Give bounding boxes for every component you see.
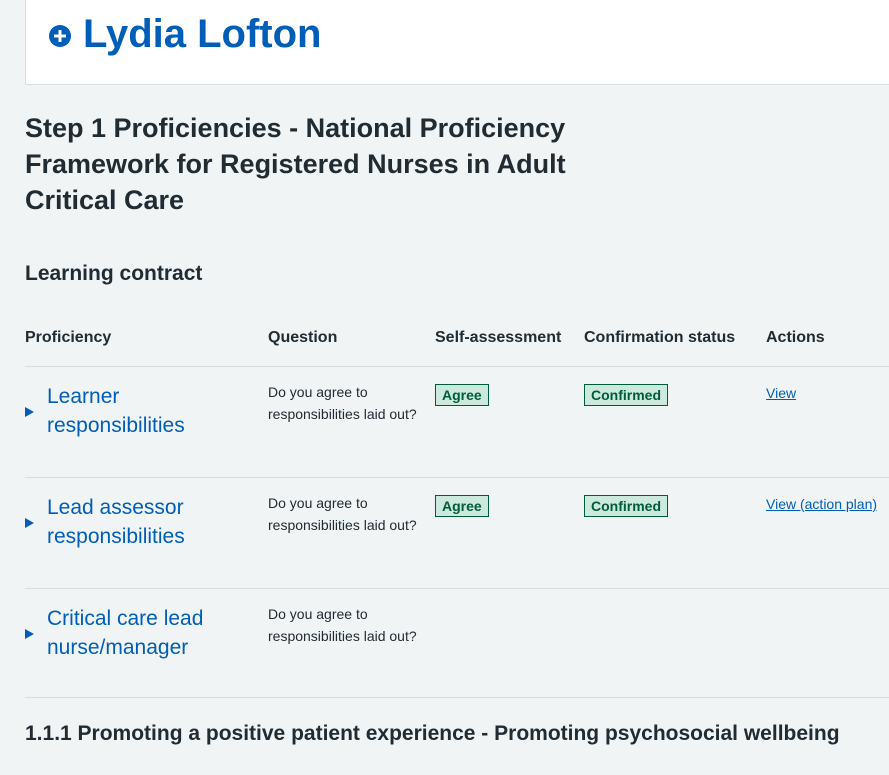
self-assessment-tag: Agree [435,495,489,517]
proficiency-link[interactable]: Critical care lead nurse/manager [47,604,247,662]
section-title: Learning contract [25,262,203,285]
learner-header-card: Lydia Lofton [25,0,889,85]
page-title: Step 1 Proficiencies - National Proficie… [25,113,566,215]
view-action-plan-link[interactable]: View (action plan) [766,494,877,514]
question-text: Do you agree to responsibilities laid ou… [268,384,417,422]
column-header-confirmation-status: Confirmation status [584,329,736,346]
column-header-actions: Actions [766,329,825,346]
proficiency-link[interactable]: Lead assessor responsibilities [47,493,247,551]
next-section-title: 1.1.1 Promoting a positive patient exper… [25,722,840,745]
expand-caret-icon[interactable] [25,518,34,528]
proficiency-link[interactable]: Learner responsibilities [47,382,247,440]
confirmation-status-tag: Confirmed [584,495,668,517]
table-row: Lead assessor responsibilities Do you ag… [0,478,889,588]
column-header-self-assessment: Self-assessment [435,329,562,346]
learner-name[interactable]: Lydia Lofton [83,10,321,58]
column-header-proficiency: Proficiency [25,329,112,346]
plus-circle-icon[interactable] [49,25,71,47]
expand-caret-icon[interactable] [25,407,34,417]
column-header-question: Question [268,329,338,346]
table-row: Learner responsibilities Do you agree to… [0,367,889,477]
question-text: Do you agree to responsibilities laid ou… [268,606,417,644]
self-assessment-tag: Agree [435,384,489,406]
view-link[interactable]: View [766,383,796,403]
expand-caret-icon[interactable] [25,629,34,639]
table-row: Critical care lead nurse/manager Do you … [0,589,889,699]
question-text: Do you agree to responsibilities laid ou… [268,495,417,533]
table-divider [25,697,889,698]
confirmation-status-tag: Confirmed [584,384,668,406]
